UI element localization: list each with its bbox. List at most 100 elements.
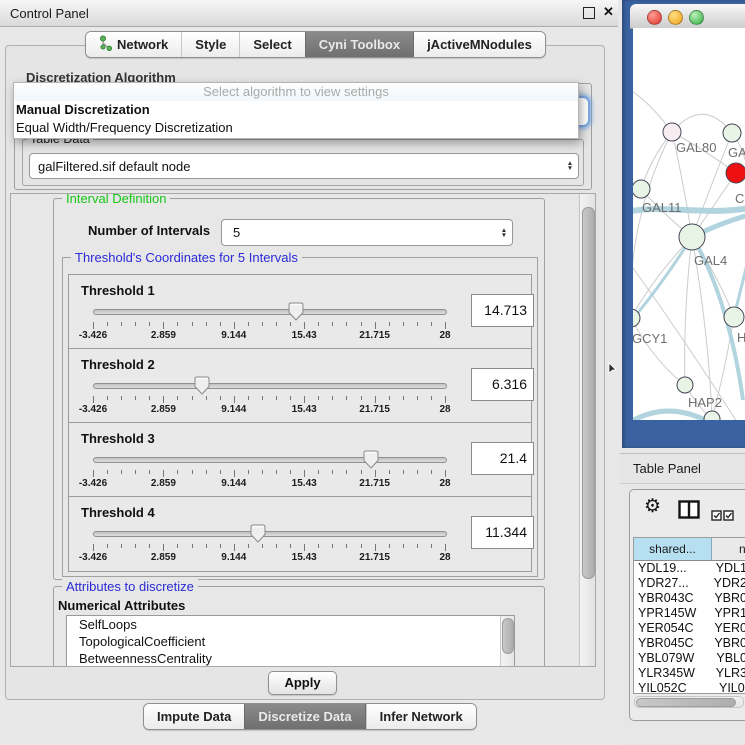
table-row[interactable]: YDL19...YDL1: [634, 561, 745, 576]
node-attribute-table: shared... n YDL19...YDL1YDR27...YDR2YBR0…: [633, 537, 745, 694]
table-data-combobox[interactable]: galFiltered.sif default node ▲▼: [29, 153, 579, 179]
tab-impute-data[interactable]: Impute Data: [144, 704, 244, 729]
table-row[interactable]: YPR145WYPR1: [634, 606, 745, 621]
slider-tick: [177, 396, 178, 400]
settings-scrollbar-thumb[interactable]: [582, 207, 595, 579]
numerical-attributes-list[interactable]: SelfLoopsTopologicalCoefficientBetweenne…: [66, 615, 515, 667]
attributes-scrollbar[interactable]: [500, 616, 514, 667]
number-of-intervals-combobox[interactable]: 5 ▲▼: [221, 219, 513, 246]
slider-tick: [177, 470, 178, 474]
slider-tick: [234, 544, 235, 551]
tab-network[interactable]: Network: [86, 32, 181, 57]
network-node-label: GAL4: [694, 253, 727, 268]
table-cell-shared-name: YDR27...: [634, 576, 710, 591]
gear-icon[interactable]: ⚙: [644, 497, 661, 516]
table-row[interactable]: YDR27...YDR2: [634, 576, 745, 591]
tab-infer-network[interactable]: Infer Network: [366, 704, 476, 729]
network-node[interactable]: [633, 180, 650, 198]
network-window-titlebar[interactable]: [630, 4, 745, 29]
table-horizontal-scrollbar[interactable]: [634, 696, 744, 708]
column-header-name[interactable]: n: [712, 538, 745, 560]
attribute-list-item[interactable]: SelfLoops: [67, 616, 514, 633]
network-node[interactable]: [663, 123, 681, 141]
table-cell-shared-name: YBR045C: [634, 636, 710, 651]
slider-tick: [375, 322, 376, 329]
network-node[interactable]: [723, 124, 741, 142]
combobox-stepper-icon[interactable]: ▲▼: [496, 228, 512, 238]
table-row[interactable]: YER054CYER0: [634, 621, 745, 636]
tab-label: Select: [253, 37, 291, 52]
apply-button[interactable]: Apply: [268, 671, 337, 695]
slider-tick-label: 28: [439, 330, 450, 341]
mouse-cursor: [608, 362, 618, 374]
slider-tick: [149, 396, 150, 400]
control-panel-titlebar[interactable]: Control Panel ✕: [0, 0, 618, 27]
zoom-traffic-light-icon[interactable]: [689, 10, 704, 25]
tab-discretize-data[interactable]: Discretize Data: [244, 704, 365, 729]
slider-tick: [445, 322, 446, 329]
threshold-value-input[interactable]: 14.713: [471, 294, 534, 327]
algorithm-option[interactable]: Manual Discretization: [14, 101, 578, 119]
slider-tick: [135, 544, 136, 548]
select-columns-icon[interactable]: [711, 510, 734, 521]
slider-track[interactable]: [93, 457, 447, 463]
threshold-row: Threshold 1-3.4262.8599.14415.4321.71528…: [68, 274, 532, 350]
column-layout-icon[interactable]: [678, 500, 700, 524]
combobox-stepper-icon[interactable]: ▲▼: [562, 161, 578, 171]
slider-thumb[interactable]: [250, 524, 266, 543]
slider-tick: [248, 396, 249, 400]
slider-track[interactable]: [93, 531, 447, 537]
table-row[interactable]: YIL052CYIL0: [634, 681, 745, 694]
slider-track[interactable]: [93, 309, 447, 315]
slider-tick: [107, 470, 108, 474]
table-row[interactable]: YBR043CYBR0: [634, 591, 745, 606]
slider-thumb[interactable]: [363, 450, 379, 469]
settings-scrollbar[interactable]: [579, 194, 595, 666]
close-traffic-light-icon[interactable]: [647, 10, 662, 25]
slider-tick: [318, 544, 319, 548]
network-node-label: GAL80: [676, 140, 716, 155]
float-window-icon[interactable]: [583, 7, 595, 19]
slider-thumb[interactable]: [194, 376, 210, 395]
control-panel-title: Control Panel: [10, 6, 89, 21]
network-node[interactable]: [724, 307, 744, 327]
threshold-value-input[interactable]: 21.4: [471, 442, 534, 475]
slider-tick: [220, 544, 221, 548]
network-node[interactable]: [704, 411, 720, 420]
slider-tick: [192, 396, 193, 400]
minimize-traffic-light-icon[interactable]: [668, 10, 683, 25]
tab-style[interactable]: Style: [181, 32, 239, 57]
slider-track[interactable]: [93, 383, 447, 389]
attribute-list-item[interactable]: BetweennessCentrality: [67, 650, 514, 667]
table-cell-shared-name: YIL052C: [634, 681, 715, 694]
slider-tick-label: 21.715: [359, 330, 390, 341]
column-header-shared-name[interactable]: shared...: [634, 538, 712, 560]
table-row[interactable]: YBL079WYBL0: [634, 651, 745, 666]
attribute-list-item[interactable]: TopologicalCoefficient: [67, 633, 514, 650]
slider-tick: [389, 470, 390, 474]
table-cell-name: YDR2: [710, 576, 745, 591]
algorithm-option[interactable]: Equal Width/Frequency Discretization: [14, 119, 578, 137]
table-hscrollbar-thumb[interactable]: [636, 698, 736, 707]
table-cell-name: YBR0: [710, 636, 745, 651]
threshold-value-input[interactable]: 6.316: [471, 368, 534, 401]
network-canvas[interactable]: GAL80GAGAL11CGAL4GCY1HHAP2: [633, 28, 745, 420]
network-node[interactable]: [679, 224, 705, 250]
tab-cyni-toolbox[interactable]: Cyni Toolbox: [305, 32, 414, 57]
slider-tick: [346, 544, 347, 548]
table-row[interactable]: YLR345WYLR3: [634, 666, 745, 681]
attributes-scrollbar-thumb[interactable]: [502, 618, 514, 654]
table-row[interactable]: YBR045CYBR0: [634, 636, 745, 651]
threshold-label: Threshold 4: [81, 505, 155, 520]
table-cell-shared-name: YER054C: [634, 621, 710, 636]
tab-select[interactable]: Select: [239, 32, 304, 57]
slider-tick: [206, 470, 207, 474]
tab-jactivemnodules[interactable]: jActiveMNodules: [414, 32, 545, 57]
close-icon[interactable]: ✕: [603, 4, 614, 20]
threshold-value-input[interactable]: 11.344: [471, 516, 534, 549]
slider-tick: [220, 322, 221, 326]
slider-tick-label: 2.859: [151, 404, 176, 415]
slider-thumb[interactable]: [288, 302, 304, 321]
network-node[interactable]: [726, 163, 745, 183]
network-node[interactable]: [677, 377, 693, 393]
